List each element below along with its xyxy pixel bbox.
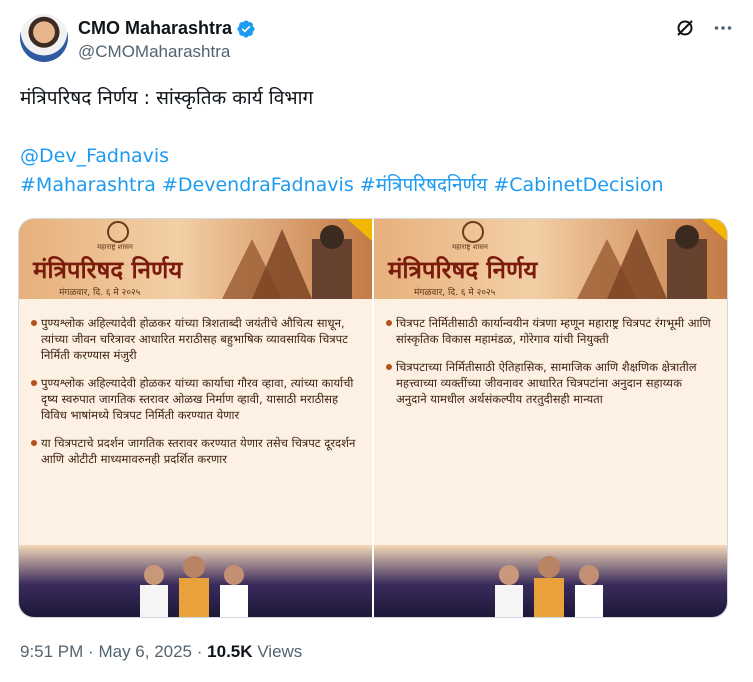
tweet-meta: 9:51 PM · May 6, 2025 · 10.5K Views [20,642,302,662]
decision-point: चित्रपटाच्या निर्मितीसाठी ऐतिहासिक, सामा… [386,359,715,407]
card-title: मंत्रिपरिषद निर्णय [33,255,183,284]
media-image-1[interactable]: महाराष्ट्र शासन मंत्रिपरिषद निर्णय मंगळव… [19,219,372,617]
display-name[interactable]: CMO Maharashtra [78,18,232,39]
meta-separator: · [196,642,203,661]
card-footer-banner [19,545,372,617]
author-handle[interactable]: @CMOMaharashtra [78,42,230,62]
media-grid: महाराष्ट्र शासन मंत्रिपरिषद निर्णय मंगळव… [18,218,728,618]
mention-link[interactable]: @Dev_Fadnavis [20,142,733,171]
grok-icon[interactable] [675,18,695,38]
decision-points: चित्रपट निर्मितीसाठी कार्यान्वयीन यंत्रण… [386,315,715,419]
decision-point: पुण्यश्लोक अहिल्यादेवी होळकर यांच्या कार… [31,375,360,423]
tweet-line-heading: मंत्रिपरिषद निर्णय : सांस्कृतिक कार्य वि… [20,87,314,109]
avatar[interactable] [20,14,68,62]
leaders-photo [140,556,248,617]
seal-label: महाराष्ट्र शासन [452,243,488,251]
maharashtra-seal [462,221,484,243]
views-label[interactable]: Views [257,642,302,661]
tweet-time[interactable]: 9:51 PM [20,642,83,661]
tweet-text: मंत्रिपरिषद निर्णय : सांस्कृतिक कार्य वि… [20,84,733,200]
temple-illustration [222,219,372,299]
leaders-photo [495,556,603,617]
tweet-actions-top [675,18,733,38]
maharashtra-seal [107,221,129,243]
views-count[interactable]: 10.5K [207,642,252,661]
seal-label: महाराष्ट्र शासन [97,243,133,251]
verified-badge-icon [237,19,255,38]
card-footer-banner [374,545,727,617]
tweet-date[interactable]: May 6, 2025 [98,642,192,661]
decision-point: या चित्रपटाचे प्रदर्शन जागतिक स्तरावर कर… [31,435,360,467]
temple-illustration [577,219,727,299]
decision-point: चित्रपट निर्मितीसाठी कार्यान्वयीन यंत्रण… [386,315,715,347]
hashtag-link[interactable]: #CabinetDecision [493,174,663,196]
hashtag-line: #Maharashtra #DevendraFadnavis #मंत्रिपर… [20,171,733,200]
meta-separator: · [88,642,94,661]
hashtag-link[interactable]: #DevendraFadnavis [162,174,354,196]
card-banner: महाराष्ट्र शासन मंत्रिपरिषद निर्णय मंगळव… [374,219,727,299]
decision-points: पुण्यश्लोक अहिल्यादेवी होळकर यांच्या त्र… [31,315,360,479]
decision-point: पुण्यश्लोक अहिल्यादेवी होळकर यांच्या त्र… [31,315,360,363]
card-banner: महाराष्ट्र शासन मंत्रिपरिषद निर्णय मंगळव… [19,219,372,299]
card-date: मंगळवार, दि. ६ मे २०२५ [414,288,496,298]
card-title: मंत्रिपरिषद निर्णय [388,255,538,284]
author-name-row[interactable]: CMO Maharashtra [78,18,256,39]
hashtag-link[interactable]: #Maharashtra [20,174,156,196]
card-date: मंगळवार, दि. ६ मे २०२५ [59,288,141,298]
more-icon[interactable] [713,18,733,38]
media-image-2[interactable]: महाराष्ट्र शासन मंत्रिपरिषद निर्णय मंगळव… [374,219,727,617]
hashtag-link[interactable]: #मंत्रिपरिषदनिर्णय [360,174,487,196]
tweet-header: CMO Maharashtra @CMOMaharashtra [20,12,733,68]
